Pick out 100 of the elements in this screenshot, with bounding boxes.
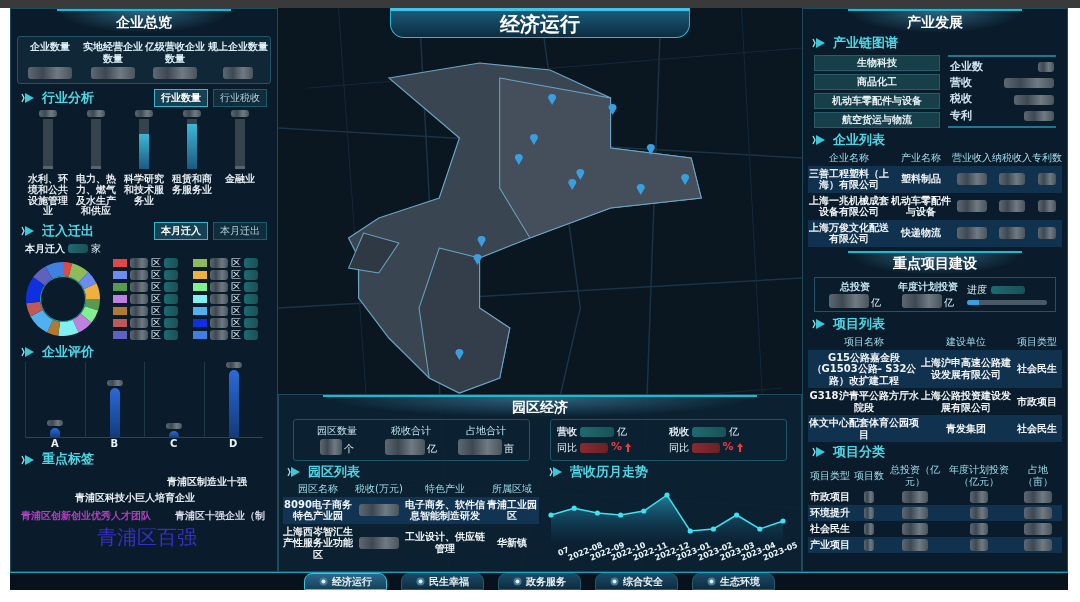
column-header: 占地（亩） xyxy=(1022,464,1054,487)
dot-icon xyxy=(512,577,522,586)
redacted-value xyxy=(691,426,726,437)
tab[interactable]: 行业税收 xyxy=(213,89,267,107)
stat-label: 企业数量 xyxy=(30,41,71,53)
redacted-value xyxy=(47,420,64,427)
column-header: 所属区域 xyxy=(491,483,533,495)
nav-tab[interactable]: 民生幸福 xyxy=(400,573,484,590)
up-arrow-icon xyxy=(736,443,743,453)
column-header: 纳税收入 xyxy=(992,152,1032,164)
column-header: 项目数 xyxy=(853,469,885,482)
column-header: 园区名称 xyxy=(297,483,339,495)
table-cell: 市政项目 xyxy=(1017,395,1057,408)
tab[interactable]: 本月迁入 xyxy=(154,222,208,240)
play-icon xyxy=(812,38,826,48)
redacted-value xyxy=(225,362,242,369)
play-icon xyxy=(21,93,35,103)
redacted-value xyxy=(902,539,928,551)
redacted-value xyxy=(999,200,1025,212)
redacted-value xyxy=(166,423,183,430)
section-title: 企业评价 xyxy=(42,344,94,360)
column-header: 营业收入 xyxy=(952,152,992,164)
redacted-value xyxy=(829,294,870,308)
table-cell: G318沪青平公路方厅水院段 xyxy=(808,390,920,413)
redacted-value xyxy=(130,282,148,293)
play-icon xyxy=(812,135,826,145)
metric-label: 税收 xyxy=(950,93,972,106)
redacted-value xyxy=(130,306,148,317)
redacted-value xyxy=(210,330,228,341)
table-cell: 上海万俊文化配送有限公司 xyxy=(808,221,890,245)
nav-tab[interactable]: 政务服务 xyxy=(497,573,581,590)
play-icon xyxy=(21,347,35,358)
chain-button[interactable]: 航空货运与物流 xyxy=(814,112,940,128)
redacted-value xyxy=(580,442,608,453)
stat-label: 总投资 xyxy=(840,280,871,292)
tab[interactable]: 行业数量 xyxy=(154,89,208,107)
dot-icon xyxy=(415,577,425,586)
redacted-value xyxy=(210,282,228,293)
bar xyxy=(139,119,149,169)
redacted-value xyxy=(970,507,988,519)
unit-label: 亿 xyxy=(871,296,882,308)
table-cell: 青发集团 xyxy=(946,422,986,435)
redacted-value xyxy=(164,270,178,281)
panel-title: 企业总览 xyxy=(57,9,231,33)
redacted-value xyxy=(130,330,148,341)
legend-label: 区 xyxy=(231,305,241,317)
redacted-value xyxy=(1038,62,1054,73)
chain-button[interactable]: 生物科技 xyxy=(814,55,940,71)
table-cell-text: 青浦工业园区 xyxy=(486,498,538,522)
unit-label: 亿 xyxy=(944,296,955,308)
redacted-value xyxy=(135,110,153,117)
table-cell: 上海公路投资建设发展有限公司 xyxy=(920,390,1012,413)
redacted-value xyxy=(957,173,987,185)
axis-label: A xyxy=(50,438,59,450)
category-label: 水利、环境和公共设施管理业 xyxy=(26,174,69,218)
unit-label: 亿 xyxy=(728,425,739,438)
table-cell: 华新镇 xyxy=(497,537,527,549)
axis-label: B xyxy=(110,438,119,450)
redacted-value xyxy=(864,539,874,551)
table-cell: 塑料制品 xyxy=(901,173,941,185)
nav-tab[interactable]: 生态环境 xyxy=(691,573,775,590)
redacted-value xyxy=(210,270,228,281)
redacted-value xyxy=(902,294,943,308)
redacted-value xyxy=(106,380,123,387)
redacted-value xyxy=(957,227,987,239)
redacted-value xyxy=(1004,78,1054,89)
section-title: 企业列表 xyxy=(833,132,885,148)
nav-tab[interactable]: 经济运行 xyxy=(303,573,387,590)
column-header: 建设单位 xyxy=(945,336,987,348)
bar xyxy=(235,119,246,169)
table-cell: 上海西岑智汇生产性服务业功能区 xyxy=(283,525,353,560)
section-title: 重点标签 xyxy=(42,452,94,468)
play-icon xyxy=(21,226,35,237)
panel-title: 重点项目建设 xyxy=(848,250,1022,275)
column-header: 年度计划投资（亿元） xyxy=(948,464,1010,487)
nav-tab[interactable]: 综合安全 xyxy=(594,573,678,590)
redacted-value xyxy=(130,258,148,269)
legend-label: 区 xyxy=(231,293,241,305)
dot-icon xyxy=(318,577,328,586)
redacted-value xyxy=(38,110,57,117)
legend-label: 区 xyxy=(231,257,241,269)
bar xyxy=(42,119,53,169)
axis-label: C xyxy=(170,438,178,450)
table-cell: 机动车零配件与设备 xyxy=(890,194,952,218)
stat-label: 实地经营企业数量 xyxy=(82,41,143,64)
redacted-value xyxy=(1024,491,1052,503)
redacted-value xyxy=(130,294,148,305)
unit-label: % xyxy=(611,441,623,455)
chain-button[interactable]: 机动车零配件与设备 xyxy=(814,93,940,109)
tab[interactable]: 本月迁出 xyxy=(213,222,267,240)
summary-label: 本月迁入 xyxy=(25,242,65,255)
table-cell: 工业设计、供应链管理 xyxy=(405,531,485,555)
legend-label: 区 xyxy=(151,329,161,341)
section-title: 迁入迁出 xyxy=(42,223,94,239)
table-cell: 电子商务、软件信息智能制造研发 xyxy=(405,498,485,522)
stat-label: 年度计划投资 xyxy=(898,280,959,292)
legend-label: 区 xyxy=(151,317,161,329)
redacted-value xyxy=(864,491,874,503)
column-header: 特色产业 xyxy=(424,483,466,495)
chain-button[interactable]: 商品化工 xyxy=(814,74,940,90)
